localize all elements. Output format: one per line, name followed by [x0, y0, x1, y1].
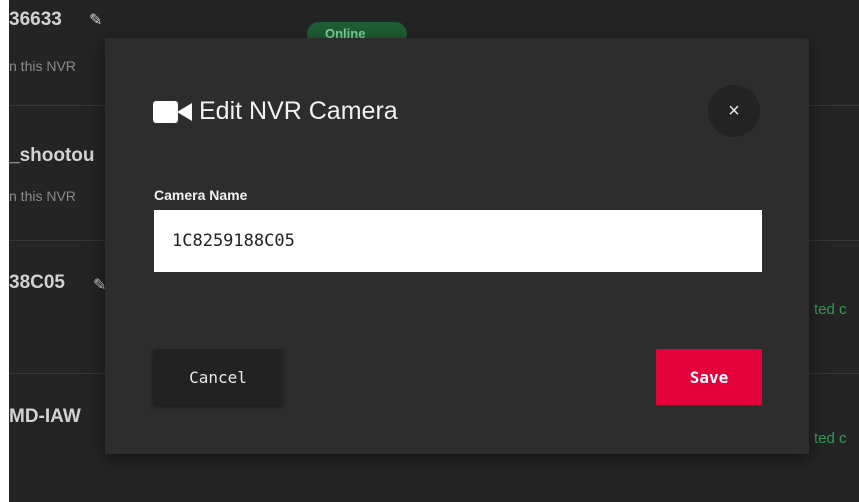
close-button[interactable]: × — [708, 85, 760, 137]
save-button[interactable]: Save — [656, 349, 762, 405]
camera-name-text: 38C05 — [9, 272, 65, 293]
pencil-icon[interactable]: ✎ — [89, 10, 102, 30]
dialog-title-text: Edit NVR Camera — [199, 97, 398, 125]
dialog-title: Edit NVR Camera — [153, 97, 398, 126]
camera-sub-text: n this NVR — [9, 188, 76, 204]
app-root: Online 36633 ✎ n this NVR _shootou n thi… — [0, 0, 859, 502]
camera-sub-text: n this NVR — [9, 58, 76, 74]
status-text: ted c — [814, 301, 847, 318]
cancel-button[interactable]: Cancel — [153, 349, 283, 405]
camera-name-text: 36633 — [9, 9, 62, 30]
camera-name-label: Camera Name — [154, 187, 248, 203]
camera-name-text: MD-IAW — [9, 406, 81, 427]
camera-name-text: _shootou — [9, 145, 95, 166]
video-camera-icon — [153, 100, 193, 123]
edit-camera-dialog: Edit NVR Camera × Camera Name Cancel Sav… — [105, 38, 809, 454]
status-text: ted c — [814, 430, 847, 447]
camera-name-input[interactable] — [154, 210, 762, 272]
